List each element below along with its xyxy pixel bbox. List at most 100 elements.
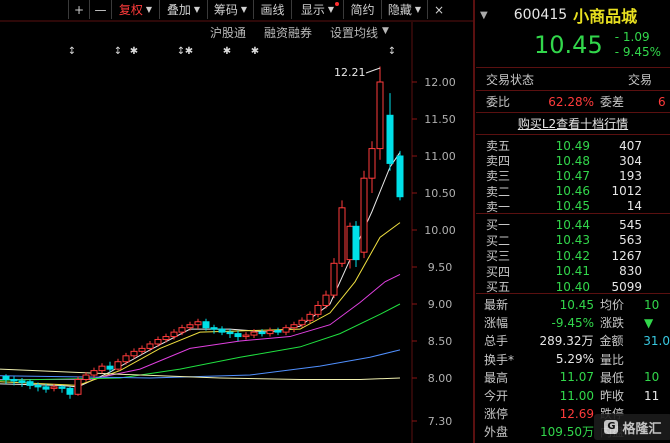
kline-chart[interactable]: 12.00 11.50 11.00 10.50 10.00 9.50 9.00 8.50 8.0… (0, 0, 473, 443)
chevron-down-icon: ▼ (240, 5, 248, 14)
chips-dropdown[interactable]: 筹码 ▼ (208, 0, 254, 19)
last-price: 10.45 (534, 31, 603, 59)
candle-body (146, 343, 154, 349)
event-marker-icon: ↕ (388, 46, 396, 57)
stats-label: 最高 (484, 370, 509, 385)
bid-level-row[interactable]: 买三 10.42 1267 (476, 247, 670, 264)
candle-body (226, 331, 234, 335)
candle-body (50, 386, 58, 389)
candle-body (274, 330, 282, 333)
arrow-down-icon[interactable]: ▼ (480, 10, 488, 21)
stats-label: 涨停 (484, 407, 509, 422)
margin-trading-link[interactable]: 融资融券 (264, 24, 312, 40)
candle-body (282, 327, 290, 333)
logo-icon: G (604, 420, 619, 434)
hugutong-link[interactable]: 沪股通 (210, 24, 246, 40)
event-marker-icon: ✱ (130, 46, 138, 57)
stats-value: 5.29% (555, 352, 594, 367)
candle-body (58, 386, 66, 389)
draw-line-button[interactable]: 画线 (254, 0, 292, 19)
candle-body (42, 386, 50, 390)
l2-link-text: 购买L2查看十档行情 (517, 117, 629, 131)
stats-label: 量比 (600, 352, 625, 367)
stats-value: 10 (644, 370, 660, 385)
bid-level-row[interactable]: 买二 10.43 563 (476, 232, 670, 249)
price-tick-label: 11.50 (424, 113, 456, 126)
stats-row: 最新 10.45 均价 10 (476, 296, 670, 313)
stock-code: 600415 (513, 7, 568, 23)
stats-value: 109.50万 (540, 425, 594, 440)
candle-body (322, 294, 330, 306)
bid-volume: 1267 (611, 248, 642, 263)
candle-body (298, 319, 306, 326)
ma30-line (0, 303, 401, 381)
bid-level-label: 买一 (486, 218, 511, 232)
quote-header: ▼ 600415 小商品城 (476, 4, 670, 26)
candle-body (194, 321, 202, 326)
stats-row: 今开 11.00 昨收 11 (476, 387, 670, 404)
weicha-label: 委差 (600, 95, 625, 109)
set-ma-button[interactable]: 设置均线 (330, 24, 378, 40)
l2-link[interactable]: 购买L2查看十档行情 (476, 115, 670, 132)
settings-caret-icon[interactable]: ▼ (382, 26, 389, 40)
display-dropdown[interactable]: 显示 ▼ (292, 0, 344, 19)
stats-label: 最新 (484, 298, 509, 312)
stats-label: 涨幅 (484, 316, 509, 331)
candle-body (376, 81, 384, 150)
chevron-down-icon: ▼ (145, 5, 153, 14)
candle-body (18, 380, 26, 383)
candle-body (330, 262, 338, 296)
price-tick-label: 8.50 (428, 335, 453, 348)
candle-body (26, 381, 34, 386)
close-icon[interactable]: × (428, 0, 450, 19)
candle-body (74, 378, 82, 395)
stats-value: ▼ (644, 315, 654, 330)
zoom-in-button[interactable]: + (68, 0, 90, 19)
price-block: 10.45 - 1.09 - 9.45% (476, 28, 670, 62)
candle-body (98, 365, 106, 372)
stats-label: 换手* (484, 352, 515, 367)
notification-dot (335, 2, 339, 6)
candle-body (186, 324, 194, 329)
ask-volume: 304 (619, 153, 642, 168)
candle-body (130, 350, 138, 357)
event-marker-icon: ↕ (114, 46, 122, 57)
bid-price: 10.43 (555, 233, 590, 248)
candle-body (138, 347, 146, 352)
price-change: - 1.09 (614, 30, 650, 44)
zoom-out-button[interactable]: — (90, 0, 112, 19)
bid-level-label: 买三 (486, 249, 511, 264)
hide-dropdown[interactable]: 隐藏 ▼ (382, 0, 428, 19)
overlay-dropdown[interactable]: 叠加 ▼ (160, 0, 208, 19)
bid-volume: 563 (619, 233, 642, 248)
ask-price: 10.46 (555, 184, 590, 199)
weibi-value: 62.28% (548, 94, 594, 109)
stats-value: 31.0 (643, 333, 670, 348)
stats-row: 涨幅 -9.45% 涨跌 ▼ (476, 314, 670, 331)
ma120-line (0, 368, 401, 380)
bid-level-row[interactable]: 买一 10.44 545 (476, 216, 670, 233)
candle-body (170, 331, 178, 338)
bid-level-row[interactable]: 买四 10.41 830 (476, 263, 670, 280)
price-tick-label: 11.00 (424, 150, 456, 163)
candle-body (82, 374, 90, 380)
price-tick-label: 7.30 (428, 415, 453, 428)
price-tick-label: 8.00 (428, 372, 453, 385)
divider (476, 213, 670, 214)
simple-mode-button[interactable]: 简约 (344, 0, 382, 19)
event-marker-icon: ✱ (223, 46, 231, 57)
ask-price: 10.49 (555, 138, 590, 153)
candle-body (202, 321, 210, 329)
fuquan-label: 复权 (118, 3, 143, 17)
stats-value: 289.32万 (539, 334, 594, 349)
price-tick-label: 10.50 (424, 187, 456, 200)
fuquan-dropdown[interactable]: 复权 ▼ (112, 0, 160, 19)
candle-body (360, 177, 368, 253)
candle-body (106, 365, 114, 370)
price-tick-label: 12.00 (424, 76, 456, 89)
high-price-label: 12.21 (334, 66, 366, 79)
candle-body (290, 324, 298, 329)
stats-label: 昨收 (600, 389, 625, 403)
stats-value: 12.69 (559, 406, 594, 421)
